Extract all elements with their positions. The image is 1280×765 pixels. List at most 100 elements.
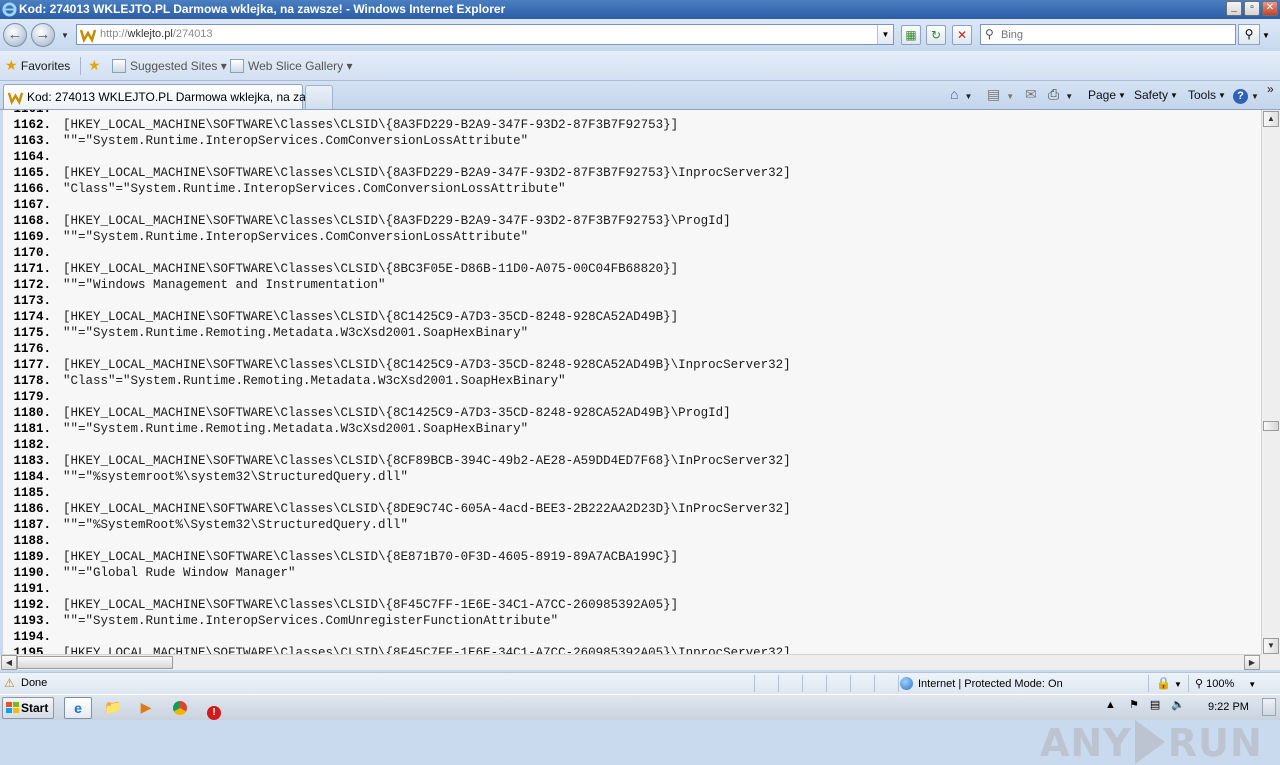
page-menu[interactable]: Page ▼	[1088, 88, 1126, 102]
suggested-sites-icon	[112, 59, 126, 73]
code-line: 1189. [HKEY_LOCAL_MACHINE\SOFTWARE\Classe…	[3, 549, 1261, 565]
close-button[interactable]: ✕	[1262, 1, 1278, 16]
tab-wklejto[interactable]: Kod: 274013 WKLEJTO.PL Darmowa wklejka, …	[3, 84, 330, 109]
start-button[interactable]: Start	[2, 697, 54, 719]
line-number: 1189.	[13, 550, 51, 564]
search-button[interactable]: ⚲	[1238, 24, 1260, 45]
code-line: 1185.	[3, 485, 1261, 501]
code-line: 1163. ""="System.Runtime.InteropServices.…	[3, 133, 1261, 149]
security-zone[interactable]: Internet | Protected Mode: On	[900, 677, 1063, 690]
protected-mode-lock-icon[interactable]: 🔒 ▼	[1156, 676, 1182, 690]
line-text: ""="Global Rude Window Manager"	[63, 566, 296, 580]
tools-menu[interactable]: Tools ▼	[1188, 88, 1226, 102]
minimize-button[interactable]: _	[1226, 1, 1242, 16]
recent-pages-dropdown[interactable]: ▼	[61, 31, 69, 40]
line-number: 1169.	[13, 230, 51, 244]
add-favorite-star-icon: ★	[88, 57, 101, 73]
status-panel	[802, 675, 826, 692]
code-line: 1169. ""="System.Runtime.InteropServices.…	[3, 229, 1261, 245]
action-center-flag-icon[interactable]: ⚑	[1129, 699, 1139, 711]
taskbar-internet-explorer[interactable]: e	[64, 697, 92, 719]
page-content: 1161.1162. [HKEY_LOCAL_MACHINE\SOFTWARE\C…	[0, 109, 1280, 765]
address-dropdown-button[interactable]: ▼	[877, 25, 893, 44]
scrollbar-corner	[1261, 654, 1280, 670]
code-listing: 1161.1162. [HKEY_LOCAL_MACHINE\SOFTWARE\C…	[3, 110, 1261, 655]
search-options-dropdown[interactable]: ▼	[1262, 31, 1270, 40]
code-line: 1188.	[3, 533, 1261, 549]
horizontal-scroll-thumb[interactable]	[17, 656, 173, 669]
navigation-bar: ← → ▼ http://wklejto.pl/274013 ▼ ▦ ↻ ✕ ⚲…	[0, 19, 1280, 51]
warning-icon: ⚠	[4, 676, 15, 690]
rss-feed-icon: ▤	[987, 86, 1001, 102]
line-number: 1187.	[13, 518, 51, 532]
suggested-sites-link[interactable]: Suggested Sites ▾	[112, 59, 227, 73]
maximize-button[interactable]: ▫	[1244, 1, 1260, 16]
back-button[interactable]: ←	[3, 23, 27, 47]
more-commands-button[interactable]: »	[1267, 82, 1274, 96]
read-mail-button[interactable]: ✉	[1025, 86, 1037, 103]
status-panel	[754, 675, 778, 692]
scroll-down-button[interactable]: ▼	[1263, 638, 1279, 654]
scroll-up-button[interactable]: ▲	[1263, 111, 1279, 127]
safety-menu[interactable]: Safety ▼	[1134, 88, 1178, 102]
web-slice-gallery-link[interactable]: Web Slice Gallery ▾	[230, 59, 353, 73]
line-text: ""="System.Runtime.Remoting.Metadata.W3c…	[63, 326, 529, 340]
scroll-right-button[interactable]: ▶	[1244, 655, 1260, 670]
line-number: 1167.	[13, 198, 51, 212]
zoom-magnifier-icon: ⚲	[1195, 678, 1204, 690]
line-text: ""="System.Runtime.Remoting.Metadata.W3c…	[63, 422, 529, 436]
internet-explorer-icon	[2, 2, 17, 17]
line-number: 1186.	[13, 502, 51, 516]
vertical-scrollbar[interactable]: ▲ ▼	[1261, 110, 1280, 655]
vertical-scroll-thumb[interactable]	[1263, 421, 1279, 431]
favorites-button[interactable]: ★ Favorites	[5, 57, 70, 74]
home-icon: ⌂	[950, 86, 959, 102]
network-icon[interactable]: ▤	[1150, 699, 1160, 711]
system-clock[interactable]: 9:22 PM	[1208, 701, 1249, 713]
refresh-icon: ↻	[930, 28, 942, 42]
feeds-button[interactable]: ▤ ▼	[987, 86, 1014, 103]
line-number: 1176.	[13, 342, 51, 356]
add-to-favorites-bar-button[interactable]: ★	[88, 57, 101, 74]
taskbar-media-player[interactable]: ▶	[132, 697, 160, 719]
scroll-left-button[interactable]: ◀	[1, 655, 17, 670]
red-alert-icon: !	[207, 706, 221, 720]
code-line: 1175. ""="System.Runtime.Remoting.Metadat…	[3, 325, 1261, 341]
help-button[interactable]: ? ▼	[1233, 86, 1259, 104]
horizontal-scrollbar[interactable]: ◀ ▶	[0, 654, 1261, 670]
taskbar-antivirus[interactable]: !	[200, 697, 228, 720]
line-number: 1191.	[13, 582, 51, 596]
line-text: [HKEY_LOCAL_MACHINE\SOFTWARE\Classes\CLS…	[63, 598, 679, 612]
line-number: 1168.	[13, 214, 51, 228]
print-button[interactable]: ⎙ ▼	[1048, 86, 1073, 103]
line-text: [HKEY_LOCAL_MACHINE\SOFTWARE\Classes\CLS…	[63, 310, 679, 324]
line-number: 1193.	[13, 614, 51, 628]
new-tab-button[interactable]	[305, 85, 333, 109]
compatibility-view-button[interactable]: ▦	[901, 25, 921, 45]
search-input[interactable]	[999, 26, 1229, 43]
line-number: 1190.	[13, 566, 51, 580]
code-line: 1187. ""="%SystemRoot%\System32\Structure…	[3, 517, 1261, 533]
line-number: 1165.	[13, 166, 51, 180]
code-line: 1183. [HKEY_LOCAL_MACHINE\SOFTWARE\Classe…	[3, 453, 1261, 469]
refresh-button[interactable]: ↻	[926, 25, 946, 45]
forward-button[interactable]: →	[31, 23, 55, 47]
line-number: 1162.	[13, 118, 51, 132]
code-line: 1190. ""="Global Rude Window Manager"	[3, 565, 1261, 581]
volume-icon[interactable]: 🔈	[1171, 699, 1185, 711]
code-line: 1173.	[3, 293, 1261, 309]
line-number: 1180.	[13, 406, 51, 420]
internet-zone-icon	[900, 677, 913, 690]
show-desktop-button[interactable]	[1262, 698, 1276, 716]
taskbar-explorer[interactable]: 📁	[99, 697, 127, 719]
taskbar-chrome[interactable]	[166, 697, 194, 719]
stop-button[interactable]: ✕	[952, 25, 972, 45]
home-button[interactable]: ⌂ ▼	[950, 86, 972, 102]
tab-favicon-icon	[8, 92, 23, 105]
taskbar: Start e 📁 ▶ ! ▲ ⚑ ▤ 🔈 9:22 PM	[0, 694, 1280, 720]
show-hidden-icons-icon[interactable]: ▲	[1105, 699, 1116, 711]
code-line: 1171. [HKEY_LOCAL_MACHINE\SOFTWARE\Classe…	[3, 261, 1261, 277]
zoom-level-button[interactable]: ⚲ 100% ▼	[1195, 677, 1256, 690]
address-bar[interactable]: http://wklejto.pl/274013 ▼	[76, 24, 894, 45]
code-line: 1178. "Class"="System.Runtime.Remoting.Me…	[3, 373, 1261, 389]
